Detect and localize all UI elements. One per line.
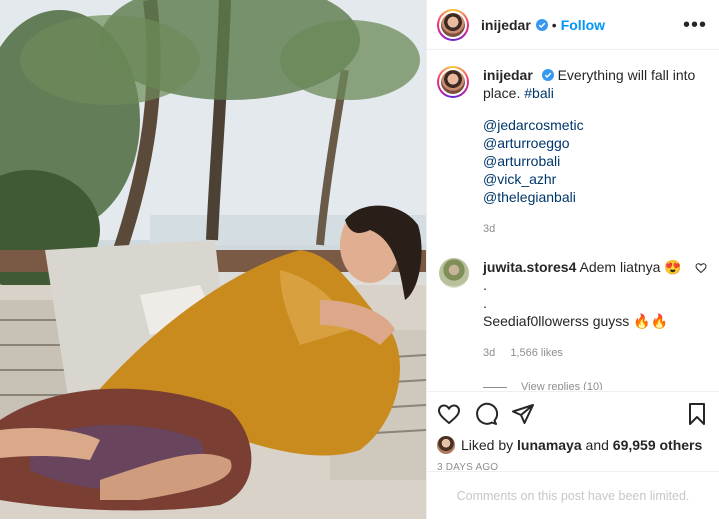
post-actions: Liked by lunamaya and 69,959 others 3 DA… (427, 391, 719, 473)
comment-age[interactable]: 3d (483, 347, 495, 359)
likes-others[interactable]: 69,959 others (613, 437, 703, 453)
verified-badge-icon (541, 69, 554, 81)
comment-text-line4: Seediaf0llowerss guyss 🔥🔥 (483, 313, 669, 329)
likes-conjunction: and (585, 437, 609, 453)
comment-text-line1: Adem liatnya 😍 (579, 259, 682, 275)
liker-username[interactable]: lunamaya (517, 437, 582, 453)
comment-meta: 3d 1,566 likes (483, 344, 687, 362)
more-options-icon[interactable]: ••• (683, 15, 707, 35)
photo-illustration (0, 0, 426, 519)
caption-avatar[interactable] (437, 66, 469, 98)
caption-age[interactable]: 3d (483, 223, 495, 235)
mention-link[interactable]: @jedarcosmetic (483, 116, 707, 134)
caption-username[interactable]: inijedar (483, 67, 533, 83)
post-photo[interactable] (0, 0, 426, 519)
view-replies-button[interactable]: View replies (10) (483, 378, 687, 390)
comment-text-line2: . (483, 277, 487, 293)
caption-hashtag[interactable]: #bali (524, 85, 554, 101)
view-replies-label: View replies (10) (521, 381, 603, 390)
caption-meta: 3d (483, 220, 707, 238)
comment-item: juwita.stores4 Adem liatnya 😍 . . Seedia… (437, 258, 707, 390)
follow-button[interactable]: Follow (561, 17, 605, 33)
mention-link[interactable]: @thelegianbali (483, 188, 707, 206)
mention-link[interactable]: @arturrobali (483, 152, 707, 170)
post-sidebar: inijedar • Follow ••• inijedar Everythin… (426, 0, 719, 519)
bookmark-icon[interactable] (685, 402, 709, 426)
share-icon[interactable] (511, 402, 535, 426)
heart-icon[interactable] (437, 402, 461, 426)
comments-limited-notice: Comments on this post have been limited. (427, 471, 719, 520)
post-header: inijedar • Follow ••• (427, 0, 719, 50)
author-avatar[interactable] (437, 8, 469, 41)
comment-like-heart-icon[interactable] (695, 262, 707, 274)
mention-link[interactable]: @vick_azhr (483, 170, 707, 188)
liker-avatar[interactable] (437, 436, 455, 454)
verified-badge-icon (535, 18, 548, 31)
comment-icon[interactable] (474, 402, 498, 426)
comment-likes[interactable]: 1,566 likes (510, 347, 563, 359)
header-separator: • (551, 16, 557, 33)
commenter-avatar[interactable] (439, 258, 469, 288)
instagram-post: inijedar • Follow ••• inijedar Everythin… (0, 0, 719, 519)
author-username[interactable]: inijedar (481, 17, 531, 33)
mention-link[interactable]: @arturroeggo (483, 134, 707, 152)
likes-summary: Liked by lunamaya and 69,959 others (437, 436, 709, 454)
likes-prefix: Liked by (461, 437, 514, 453)
caption: inijedar Everything will fall into place… (437, 66, 707, 238)
comment-text-line3: . (483, 295, 487, 311)
replies-divider (483, 386, 507, 388)
commenter-username[interactable]: juwita.stores4 (483, 259, 576, 275)
action-icons (437, 402, 709, 426)
comments-section: inijedar Everything will fall into place… (427, 50, 719, 390)
